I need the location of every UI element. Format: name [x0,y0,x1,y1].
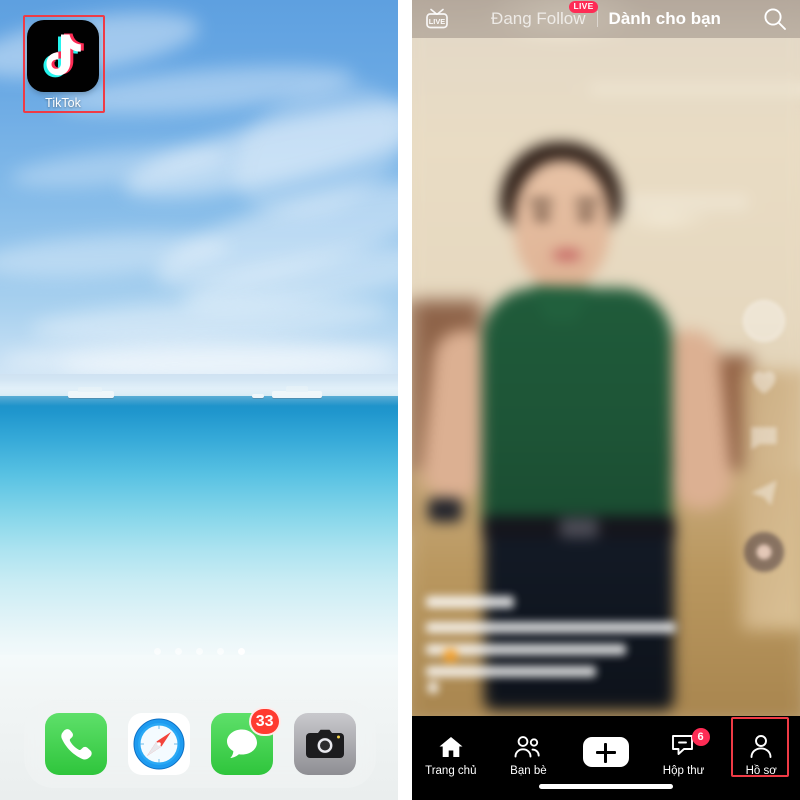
ios-dock: 33 [24,700,376,788]
beach-wallpaper [0,0,398,800]
page-indicator-dots[interactable] [0,648,398,655]
tiktok-logo-icon[interactable] [27,20,99,92]
nav-label-ho-so: Hồ sơ [745,765,777,777]
page-dot[interactable] [153,648,161,655]
share-icon[interactable] [747,476,781,510]
caption-line [426,666,596,677]
feed-tabs: Đang Follow LIVE Dành cho bạn [450,1,762,29]
svg-text:LIVE: LIVE [429,17,445,26]
page-dot[interactable] [216,648,224,655]
search-icon[interactable] [762,6,788,32]
page-dot[interactable] [174,648,182,655]
author-username-blurred [426,596,514,608]
sea-region [0,396,398,661]
tiktok-app-screen: LIVE Đang Follow LIVE Dành cho bạn Trang… [412,0,800,800]
video-action-rail[interactable] [736,300,792,572]
tiktok-bottom-nav: Trang chủ Bạn bè 6 Hộp thư Hồ sơ [412,716,800,800]
nav-label-hop-thu: Hộp thư [662,765,705,777]
nav-label-trang-chu: Trang chủ [425,765,477,777]
caption-emoji [444,649,457,662]
live-badge: LIVE [569,1,598,13]
tiktok-app-shortcut[interactable]: TikTok [0,0,126,118]
tiktok-top-bar: LIVE Đang Follow LIVE Dành cho bạn [412,0,800,38]
panel-divider [398,0,412,800]
camera-icon[interactable] [293,713,356,775]
inbox-message-icon: 6 [670,728,710,759]
create-button[interactable] [577,737,634,767]
tiktok-app-label: TikTok [45,96,81,110]
phone-icon[interactable] [44,713,107,775]
live-tv-icon[interactable]: LIVE [424,7,450,31]
profile-person-icon [748,733,774,759]
caption-line [426,622,676,633]
horizon-haze [0,380,398,406]
nav-item-trang-chu[interactable]: Trang chủ [412,726,490,784]
tab-danh-cho-ban[interactable]: Dành cho bạn [598,9,732,29]
safari-compass-icon[interactable] [127,713,190,775]
music-note-icon [428,682,438,693]
music-disc-icon[interactable] [744,532,784,572]
nav-item-ho-so[interactable]: Hồ sơ [722,726,800,784]
like-icon[interactable] [747,364,781,398]
home-icon [438,733,464,759]
tab-dang-follow[interactable]: Đang Follow LIVE [480,1,598,29]
author-avatar[interactable] [743,300,785,342]
page-dot[interactable] [195,648,203,655]
messages-badge: 33 [248,707,281,736]
nav-item-create[interactable] [567,726,645,784]
create-plus-icon[interactable] [577,737,634,767]
inbox-badge: 6 [691,728,710,746]
nav-item-hop-thu[interactable]: 6 Hộp thư [645,726,723,784]
nav-label-ban-be: Bạn bè [510,765,547,777]
video-caption-block[interactable] [426,596,686,693]
home-indicator-bar [539,784,673,789]
ios-home-screen: TikTok 33 [0,0,398,800]
screenshot-root: TikTok 33 LIVE Đang Follow LIVE Dành cho… [0,0,800,800]
tab-danh-cho-ban-label: Dành cho bạn [608,9,721,28]
page-dot-active[interactable] [237,648,245,655]
nav-item-ban-be[interactable]: Bạn bè [490,726,568,784]
comment-icon[interactable] [747,420,781,454]
friends-icon [513,733,543,759]
message-bubble-icon[interactable]: 33 [210,707,281,775]
